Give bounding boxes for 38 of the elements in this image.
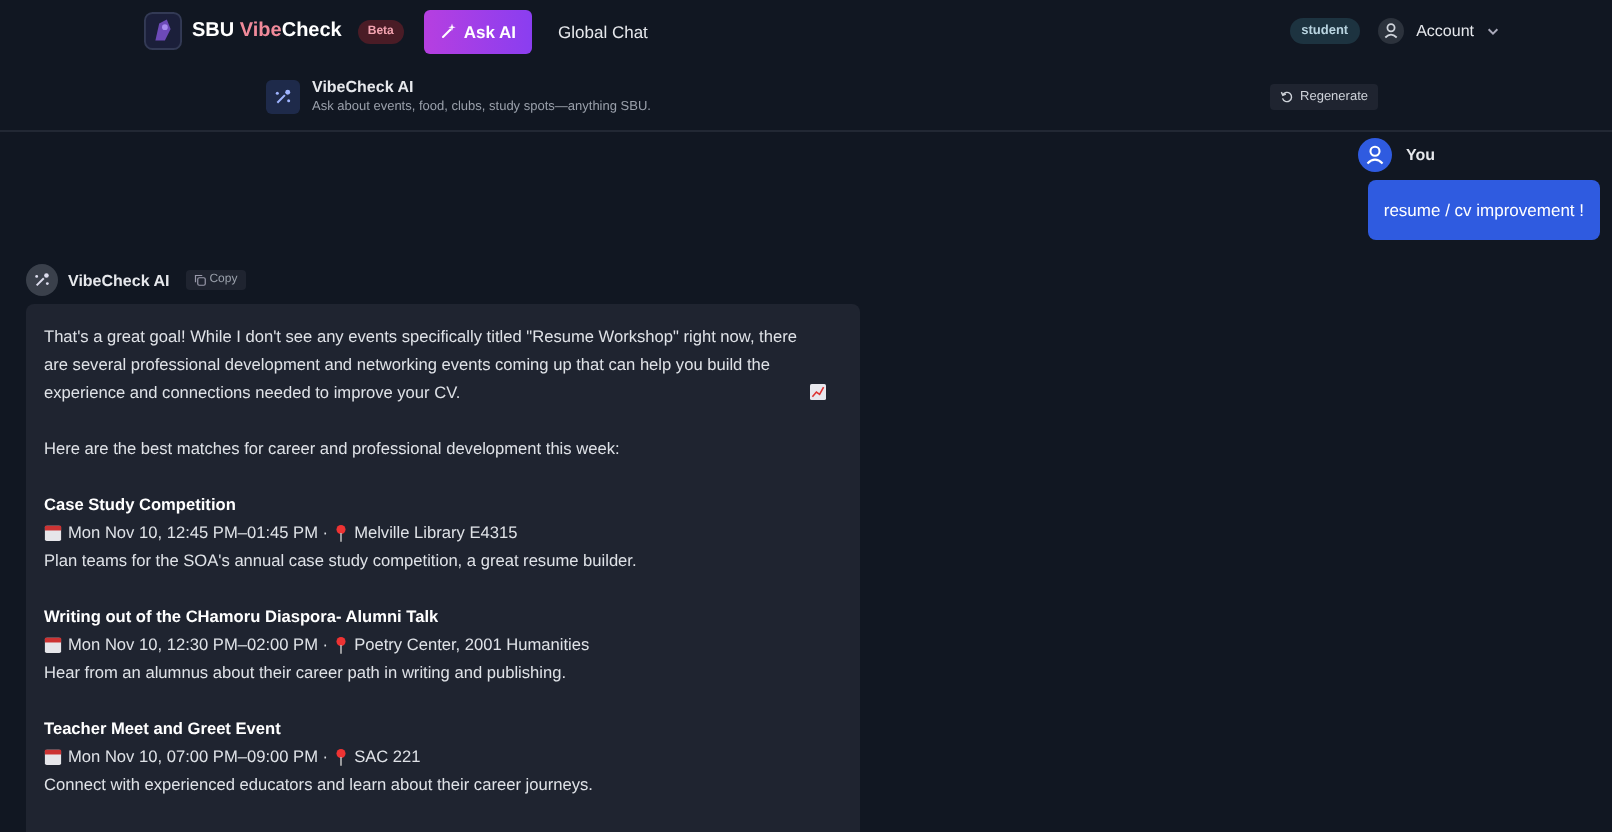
- assistant-title: VibeCheck AI: [312, 78, 416, 96]
- sparkle-icon: [266, 79, 300, 113]
- event-title: Case Study Competition: [44, 492, 238, 518]
- chart-increasing-icon: [810, 384, 826, 400]
- brand-name: SBU VibeCheck: [192, 20, 342, 42]
- sparkle-wand-icon: [439, 22, 458, 40]
- user-avatar-icon: [1378, 18, 1405, 44]
- nav-tab[interactable]: Global Chat: [542, 9, 664, 53]
- event-time: Mon Nov 10, 07:00 PM–09:00 PM ·: [68, 744, 329, 770]
- calendar-icon: [44, 747, 62, 765]
- sparkle-avatar-icon: [26, 264, 58, 296]
- author-name: VibeCheck AI: [68, 271, 170, 289]
- message-paragraph: That's a great goal! While I don't see any events specifically titled "Resume Workshop" right now, there are several professional development and networking events coming up that can help you build the experience and connections needed to improve your CV.: [44, 324, 799, 406]
- chevron-down-icon: [1486, 24, 1500, 38]
- calendar-icon: [44, 523, 62, 541]
- user-avatar-icon: [1358, 138, 1392, 172]
- refresh-icon: [1280, 89, 1295, 103]
- calendar-icon: [44, 635, 62, 653]
- message-paragraph: Here are the best matches for career and professional development this week:: [44, 436, 622, 462]
- nav-tab[interactable]: Ask AI: [423, 9, 533, 53]
- pin-icon: [334, 747, 349, 765]
- user-message: resume / cv improvement !: [1367, 180, 1600, 240]
- event-title: Writing out of the CHamoru Diaspora- Alumni Talk: [44, 604, 441, 630]
- author-name: You: [1406, 146, 1436, 164]
- copy-icon: [193, 274, 206, 286]
- account-menu[interactable]: Account: [1416, 22, 1500, 40]
- event-description: Connect with experienced educators and learn about their career journeys.: [44, 772, 595, 798]
- pin-icon: [334, 635, 349, 653]
- event-location: Melville Library E4315: [354, 520, 518, 546]
- event-description: Plan teams for the SOA's annual case study competition, a great resume builder.: [44, 548, 639, 574]
- event-location: Poetry Center, 2001 Humanities: [354, 632, 590, 658]
- logo-icon: [144, 12, 182, 50]
- event-time: Mon Nov 10, 12:30 PM–02:00 PM ·: [68, 632, 329, 658]
- event-location: SAC 221: [354, 744, 421, 770]
- pin-icon: [334, 523, 349, 541]
- event-time: Mon Nov 10, 12:45 PM–01:45 PM ·: [68, 520, 329, 546]
- event-title: Teacher Meet and Greet Event: [44, 716, 283, 742]
- event-description: Hear from an alumnus about their career path in writing and publishing.: [44, 660, 569, 686]
